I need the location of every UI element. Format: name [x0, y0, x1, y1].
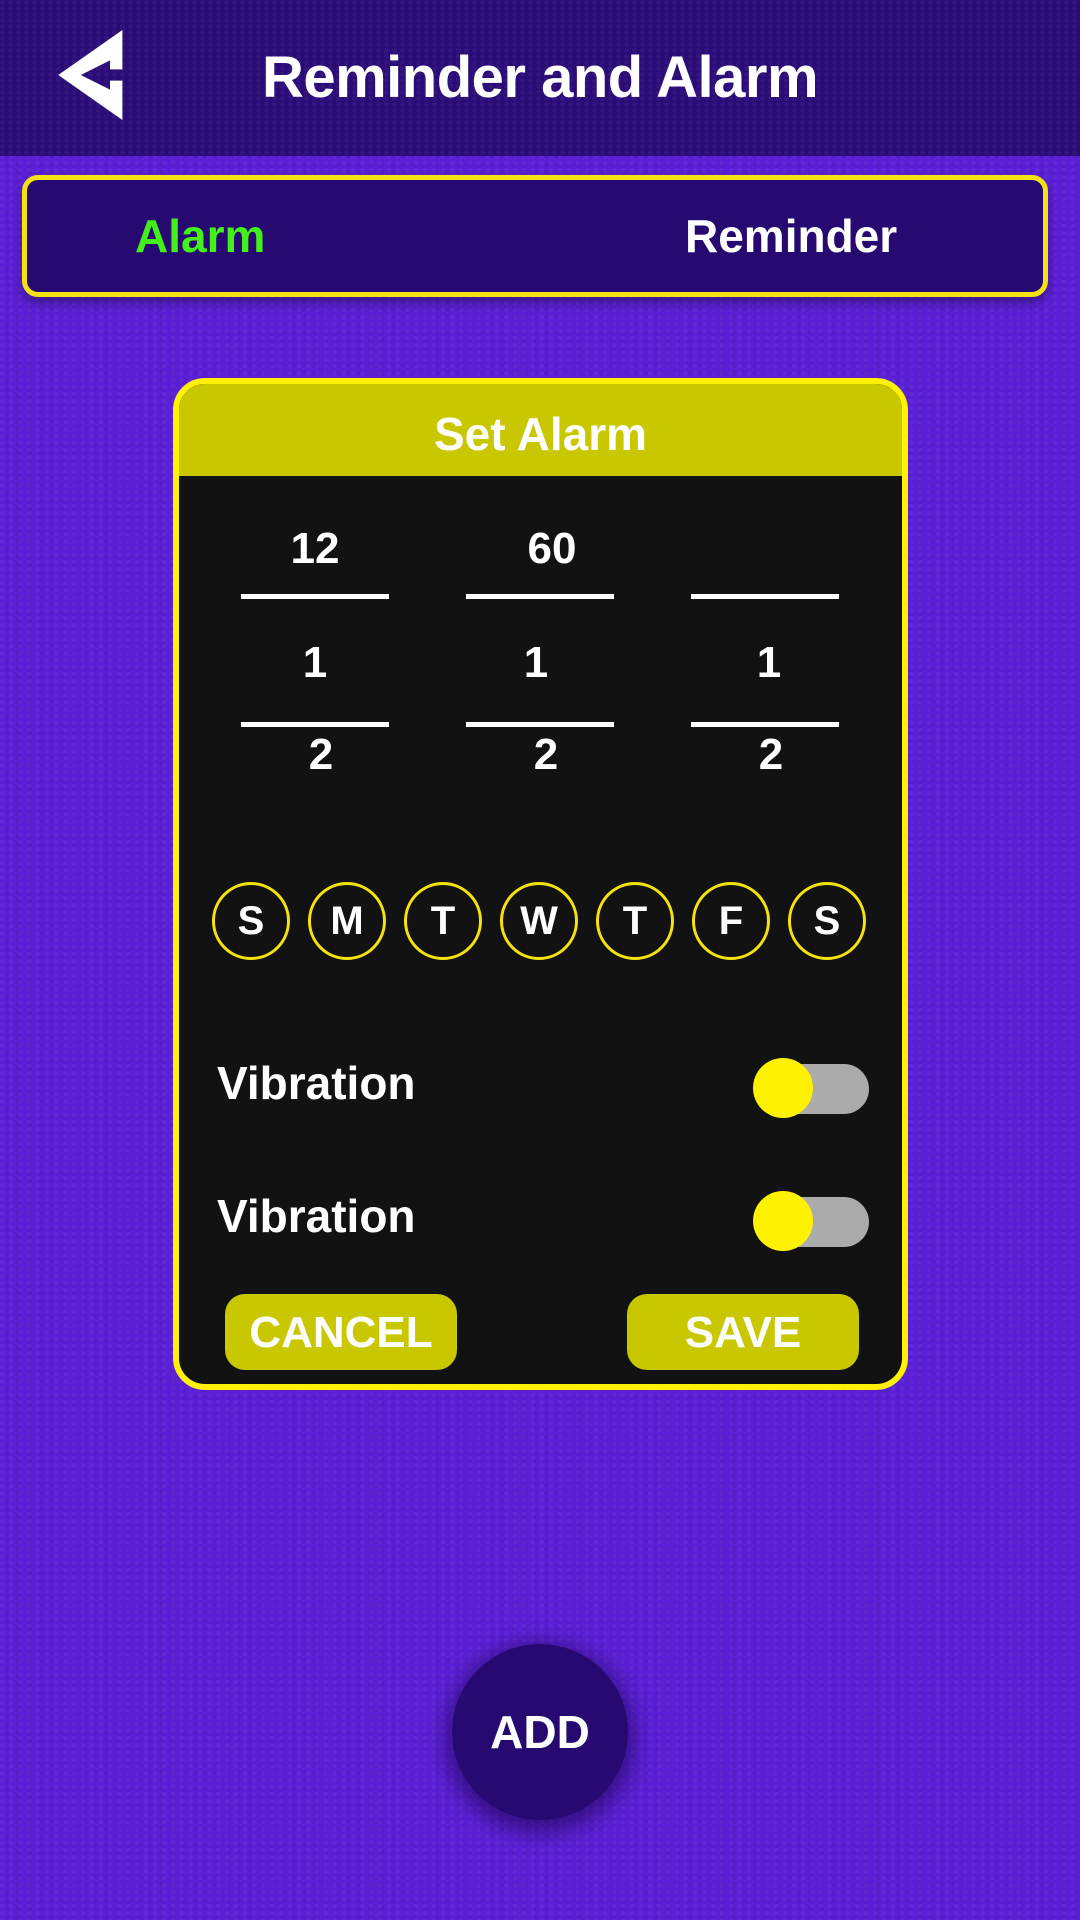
picker-bottom-value[interactable]: 2: [697, 730, 845, 780]
picker-bottom-value[interactable]: 2: [247, 730, 395, 780]
minute-value[interactable]: 60: [478, 524, 626, 574]
vibration-label-2: Vibration: [217, 1190, 416, 1242]
app-bar: Reminder and Alarm: [0, 0, 1080, 156]
picker-bottom-value[interactable]: 2: [472, 730, 620, 780]
day-thursday[interactable]: T: [596, 882, 674, 960]
picker-middle-value[interactable]: 1: [241, 638, 389, 688]
hour-value[interactable]: 12: [241, 524, 389, 574]
tab-reminder[interactable]: Reminder: [685, 180, 897, 292]
day-tuesday[interactable]: T: [404, 882, 482, 960]
day-wednesday[interactable]: W: [500, 882, 578, 960]
dialog-title: Set Alarm: [179, 384, 902, 476]
picker-middle-value[interactable]: 1: [462, 638, 610, 688]
day-sunday[interactable]: S: [212, 882, 290, 960]
vibration-toggle[interactable]: [753, 1058, 873, 1118]
page-title: Reminder and Alarm: [261, 45, 819, 110]
picker-divider: [691, 722, 839, 727]
tab-bar: Alarm Reminder: [22, 175, 1048, 297]
picker-divider: [241, 594, 389, 599]
vibration-toggle-2[interactable]: [753, 1191, 873, 1251]
vibration-label: Vibration: [217, 1057, 416, 1109]
picker-divider: [466, 722, 614, 727]
day-friday[interactable]: F: [692, 882, 770, 960]
picker-middle-value[interactable]: 1: [695, 638, 843, 688]
picker-divider: [691, 594, 839, 599]
tab-alarm[interactable]: Alarm: [135, 180, 265, 292]
picker-divider: [241, 722, 389, 727]
set-alarm-dialog: Set Alarm 12 1 2 60 1 2 1 2 S M T W T F …: [173, 378, 908, 1390]
picker-divider: [466, 594, 614, 599]
save-button[interactable]: SAVE: [627, 1294, 859, 1370]
day-saturday[interactable]: S: [788, 882, 866, 960]
day-monday[interactable]: M: [308, 882, 386, 960]
toggle-thumb: [753, 1191, 813, 1251]
toggle-thumb: [753, 1058, 813, 1118]
cancel-button[interactable]: CANCEL: [225, 1294, 457, 1370]
add-button[interactable]: ADD: [452, 1644, 628, 1820]
